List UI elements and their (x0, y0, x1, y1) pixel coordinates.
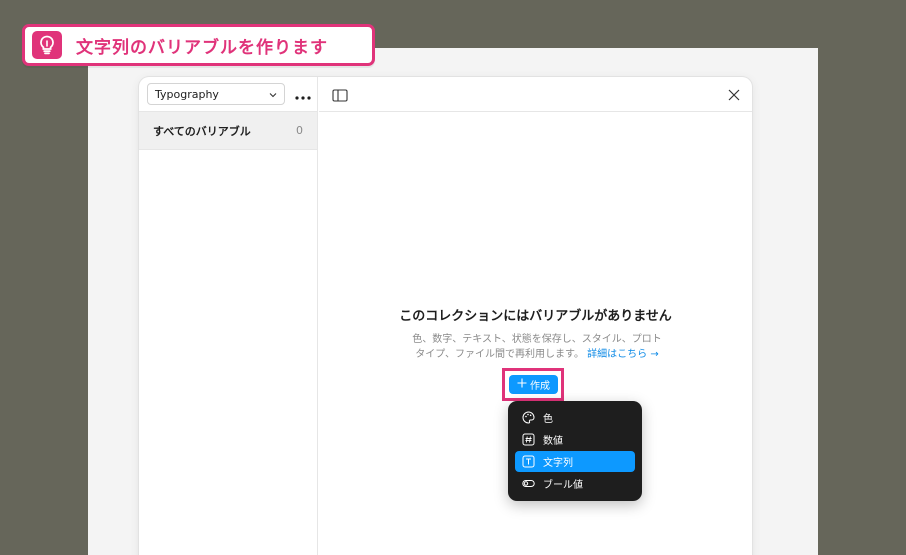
menu-item-boolean[interactable]: ブール値 (515, 473, 635, 494)
empty-desc-line1: 色、数字、テキスト、状態を保存し、スタイル、プロト (412, 334, 662, 345)
chevron-down-icon (269, 88, 277, 101)
create-variable-menu: 色 数値 文字列 ブール値 (508, 401, 642, 501)
text-icon (522, 455, 535, 468)
more-options-button[interactable] (293, 85, 313, 103)
create-button-label: 作成 (530, 381, 550, 392)
all-variables-label: すべてのバリアブル (153, 124, 251, 138)
menu-item-number[interactable]: 数値 (515, 429, 635, 450)
menu-item-label: 色 (543, 414, 553, 425)
toggle-icon (522, 477, 535, 490)
menu-item-color[interactable]: 色 (515, 407, 635, 428)
collections-sidebar: Typography すべてのバリアブル 0 (139, 77, 318, 555)
collection-dropdown[interactable]: Typography (147, 83, 285, 105)
ellipsis-icon (295, 85, 311, 104)
collection-name: Typography (155, 87, 219, 101)
palette-icon (522, 411, 535, 424)
tip-callout: 文字列のバリアブルを作ります (22, 24, 375, 66)
create-button[interactable]: 作成 (509, 375, 558, 394)
empty-desc-line2: タイプ、ファイル間で再利用します。 詳細はこちら → (389, 347, 685, 362)
learn-more-link[interactable]: 詳細はこちら → (587, 349, 659, 360)
callout-text: 文字列のバリアブルを作ります (76, 37, 328, 58)
all-variables-count: 0 (296, 124, 303, 137)
hash-icon (522, 433, 535, 446)
empty-desc-line2-text: タイプ、ファイル間で再利用します。 (415, 349, 584, 360)
menu-item-label: 文字列 (543, 458, 573, 469)
all-variables-item[interactable]: すべてのバリアブル 0 (139, 112, 317, 150)
empty-state-description: 色、数字、テキスト、状態を保存し、スタイル、プロト タイプ、ファイル間で再利用し… (389, 332, 685, 362)
close-icon[interactable] (727, 87, 741, 101)
sidebar-toggle-icon[interactable] (332, 87, 348, 102)
main-header (319, 77, 752, 112)
menu-item-label: 数値 (543, 436, 563, 447)
menu-item-label: ブール値 (543, 480, 583, 491)
variables-panel: Typography すべてのバリアブル 0 このコレクションにはバリアブルがあ… (139, 77, 752, 555)
plus-icon (517, 378, 527, 391)
sidebar-header: Typography (139, 77, 317, 112)
empty-state-title: このコレクションにはバリアブルがありません (399, 309, 672, 324)
menu-item-string[interactable]: 文字列 (515, 451, 635, 472)
lightbulb-icon (32, 31, 62, 59)
